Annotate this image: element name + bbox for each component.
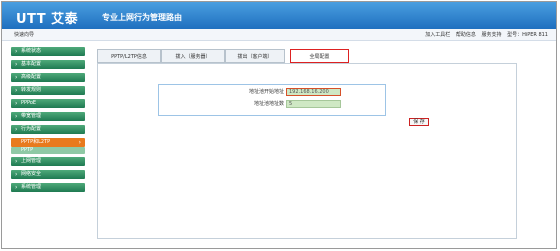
pool-count-input[interactable]: 5 (286, 100, 341, 108)
header-bar: UTT 艾泰 专业上网行为管理路由 (2, 2, 556, 29)
logo: UTT 艾泰 (16, 8, 78, 27)
sidebar-item-pptp-l2tp[interactable]: PPTP和L2TP › (11, 138, 85, 147)
sidebar-item-label: PPTP (21, 147, 34, 153)
quick-wizard-link[interactable]: 快速向导 (14, 31, 34, 38)
sidebar-item-label: 行为配置 (21, 126, 42, 132)
tab-label: PPTP/L2TP信息 (111, 54, 147, 60)
sidebar-item-behavior[interactable]: 行为配置 (11, 125, 85, 134)
sidebar-item-label: 网络安全 (21, 171, 42, 177)
tab-dial-in[interactable]: 拨入（服务器） (161, 49, 225, 63)
sidebar-item-label: 系统状态 (21, 48, 42, 54)
start-address-label: 地址池开始地址 (248, 89, 284, 95)
logo-text: UTT 艾泰 (16, 12, 79, 27)
sidebar-item-label: 带宽管理 (21, 113, 42, 119)
sidebar-item-label: 高级配置 (21, 74, 42, 80)
sidebar-item-pppoe[interactable]: PPPoE (11, 99, 85, 108)
save-button[interactable]: 保 存 (409, 118, 429, 126)
slogan: 专业上网行为管理路由 (102, 13, 182, 22)
tab-global-config[interactable]: 全局配置 (290, 49, 349, 63)
sidebar-item-label: PPTP和L2TP (21, 139, 51, 145)
tab-label: 全局配置 (309, 54, 330, 60)
sidebar-item-system-status[interactable]: 系统状态 (11, 47, 85, 56)
sidebar-item-bandwidth[interactable]: 带宽管理 (11, 112, 85, 121)
chevron-right-icon: › (78, 139, 81, 146)
sidebar-item-advanced-config[interactable]: 高级配置 (11, 73, 85, 82)
sidebar-item-system-mgmt[interactable]: 系统管理 (11, 183, 85, 192)
sidebar-item-label: 基本配置 (21, 61, 42, 67)
tab-label: 拨入（服务器） (175, 54, 211, 60)
sidebar-item-label: 系统管理 (21, 184, 42, 190)
sidebar-subitem-pptp[interactable]: PPTP (11, 147, 85, 154)
help-link[interactable]: 帮助信息 (456, 32, 476, 38)
address-pool-form: 地址池开始地址 192.168.16.200 地址池地址数 5 (158, 84, 386, 116)
start-address-input[interactable]: 192.168.16.200 (286, 88, 341, 96)
sidebar-item-internet-mgmt[interactable]: 上网管理 (11, 157, 85, 166)
toolbar: 快速向导 加入工具栏 帮助信息 服务支持 型号：HiPER 811 (2, 29, 556, 41)
model-text: 型号：HiPER 811 (507, 32, 548, 38)
tab-label: 拨出（客户端） (237, 54, 273, 60)
sidebar-item-network-security[interactable]: 网络安全 (11, 170, 85, 179)
sidebar-item-label: PPPoE (21, 100, 37, 106)
pool-count-row: 地址池地址数 5 (159, 100, 387, 108)
top-links: 加入工具栏 帮助信息 服务支持 型号：HiPER 811 (421, 31, 548, 38)
add-toolbar-link[interactable]: 加入工具栏 (425, 32, 450, 38)
sidebar: 系统状态 基本配置 高级配置 转发规则 PPPoE 带宽管理 行为配置 PPTP… (11, 47, 85, 247)
support-link[interactable]: 服务支持 (481, 32, 501, 38)
start-address-row: 地址池开始地址 192.168.16.200 (159, 88, 387, 96)
tab-dial-out[interactable]: 拨出（客户端） (225, 49, 285, 63)
sidebar-item-label: 上网管理 (21, 158, 42, 164)
tab-pptp-l2tp-info[interactable]: PPTP/L2TP信息 (97, 49, 161, 63)
sidebar-item-label: 转发规则 (21, 87, 42, 93)
sidebar-item-basic-config[interactable]: 基本配置 (11, 60, 85, 69)
content-panel: 地址池开始地址 192.168.16.200 地址池地址数 5 保 存 (97, 63, 517, 239)
pool-count-label: 地址池地址数 (253, 101, 284, 107)
sidebar-item-forward-rules[interactable]: 转发规则 (11, 86, 85, 95)
